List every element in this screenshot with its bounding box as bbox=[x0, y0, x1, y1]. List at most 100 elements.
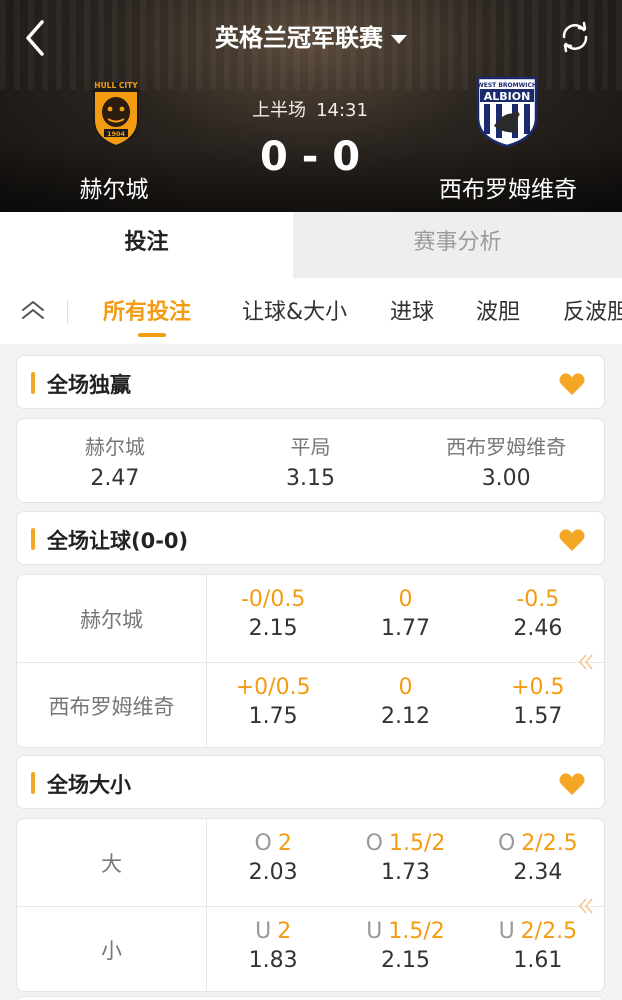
active-tab-indicator bbox=[138, 333, 166, 337]
odd-value: 1.83 bbox=[248, 948, 298, 973]
handicap-line: -0/0.5 bbox=[240, 587, 306, 612]
odds-cell[interactable]: +0/0.5 1.75 bbox=[207, 663, 339, 747]
over-under-odds-table: 大 O2 2.03 O 1.5/2 1.73 O 2/2.5 2.34 小 U2 1… bbox=[16, 818, 605, 992]
odds-cell[interactable]: O 1.5/2 1.73 bbox=[339, 819, 471, 906]
outcome-away[interactable]: 西布罗姆维奇 3.00 bbox=[408, 419, 604, 502]
odds-cell[interactable]: U 2/2.5 1.61 bbox=[472, 907, 604, 991]
odds-cell[interactable]: U2 1.83 bbox=[207, 907, 339, 991]
svg-text:HULL CITY: HULL CITY bbox=[94, 81, 138, 90]
odds-cell[interactable]: +0.5 1.57 bbox=[472, 663, 604, 747]
odd-value: 1.75 bbox=[248, 704, 298, 729]
odds-cell[interactable]: -0.5 2.46 bbox=[472, 575, 604, 662]
caret-down-icon bbox=[391, 34, 407, 44]
section-title: 全场大小 bbox=[47, 773, 131, 797]
under-prefix: U bbox=[366, 919, 383, 944]
odd-value: 2.03 bbox=[248, 860, 298, 885]
match-score: 0 - 0 bbox=[259, 134, 361, 180]
odd-value: 1.73 bbox=[381, 860, 430, 885]
section-title: 全场让球(0-0) bbox=[47, 529, 189, 553]
odds-cell[interactable]: -0/0.5 2.15 bbox=[207, 575, 339, 662]
next-section-edge bbox=[16, 996, 605, 1000]
section-title: 全场独赢 bbox=[47, 373, 131, 397]
table-row: 大 O2 2.03 O 1.5/2 1.73 O 2/2.5 2.34 bbox=[17, 819, 604, 906]
league-selector[interactable]: 英格兰冠军联赛 bbox=[0, 18, 622, 53]
under-prefix: U bbox=[255, 919, 272, 944]
svg-text:WEST BROMWICH: WEST BROMWICH bbox=[477, 82, 537, 89]
total-line: U 2/2.5 bbox=[472, 919, 604, 944]
total-line: O2 bbox=[207, 831, 339, 856]
match-period: 上半场 bbox=[252, 100, 307, 121]
away-team-logo: WEST BROMWICH ALBION bbox=[474, 76, 540, 148]
odd-value: 2.34 bbox=[513, 860, 563, 885]
odd-value: 2.15 bbox=[381, 948, 430, 973]
total-line: U2 bbox=[207, 919, 339, 944]
odd-value: 2.15 bbox=[248, 616, 298, 641]
table-row: 小 U2 1.83 U 1.5/2 2.15 U 2/2.5 1.61 bbox=[17, 906, 604, 991]
outcome-label: 赫尔城 bbox=[84, 435, 145, 459]
outcome-odd: 2.47 bbox=[90, 466, 140, 491]
heart-icon[interactable] bbox=[558, 371, 586, 397]
table-row: 赫尔城 -0/0.5 2.15 0 1.77 -0.5 2.46 bbox=[17, 575, 604, 662]
outcome-draw[interactable]: 平局 3.15 bbox=[213, 419, 409, 502]
tab-bets[interactable]: 投注 bbox=[0, 212, 293, 278]
odds-cell[interactable]: 0 2.12 bbox=[339, 663, 471, 747]
home-team-name: 赫尔城 bbox=[79, 177, 149, 203]
section-accent-bar bbox=[31, 528, 35, 550]
handicap-odds-table: 赫尔城 -0/0.5 2.15 0 1.77 -0.5 2.46 西布罗姆维奇 … bbox=[16, 574, 605, 748]
odds-cell[interactable]: U 1.5/2 2.15 bbox=[339, 907, 471, 991]
odd-value: 2.12 bbox=[381, 704, 430, 729]
handicap-line: -0.5 bbox=[516, 587, 560, 612]
subtab-handicap-ou[interactable]: 让球&大小 bbox=[242, 294, 347, 326]
svg-text:ALBION: ALBION bbox=[484, 90, 531, 103]
divider bbox=[67, 300, 68, 324]
line-value: 1.5/2 bbox=[388, 831, 446, 856]
handicap-line: 0 bbox=[398, 587, 413, 612]
line-value: 2 bbox=[277, 831, 292, 856]
total-line: O 2/2.5 bbox=[472, 831, 604, 856]
outcome-label: 西布罗姆维奇 bbox=[446, 435, 567, 459]
subtab-correct-score[interactable]: 波胆 bbox=[476, 294, 520, 326]
outcome-odd: 3.15 bbox=[286, 466, 335, 491]
table-row: 西布罗姆维奇 +0/0.5 1.75 0 2.12 +0.5 1.57 bbox=[17, 662, 604, 747]
subtab-goals[interactable]: 进球 bbox=[390, 294, 434, 326]
tab-analysis[interactable]: 赛事分析 bbox=[293, 212, 622, 278]
odds-cell[interactable]: 0 1.77 bbox=[339, 575, 471, 662]
row-label: 大 bbox=[17, 819, 207, 906]
match-header: 英格兰冠军联赛 HULL CITY 1904 WEST BROMWICH ALB… bbox=[0, 0, 622, 212]
odd-value: 2.46 bbox=[513, 616, 563, 641]
row-label: 小 bbox=[17, 907, 207, 991]
over-prefix: O bbox=[365, 831, 383, 856]
section-accent-bar bbox=[31, 772, 35, 794]
refresh-icon bbox=[562, 21, 588, 53]
section-header-handicap[interactable]: 全场让球(0-0) bbox=[16, 511, 605, 565]
heart-icon[interactable] bbox=[558, 527, 586, 553]
home-team-logo: HULL CITY 1904 bbox=[86, 76, 146, 148]
odds-cell[interactable]: O2 2.03 bbox=[207, 819, 339, 906]
handicap-line: +0/0.5 bbox=[235, 675, 311, 700]
odd-value: 1.77 bbox=[381, 616, 430, 641]
outcome-label: 平局 bbox=[290, 435, 331, 459]
section-header-match-winner[interactable]: 全场独赢 bbox=[16, 355, 605, 409]
section-accent-bar bbox=[31, 372, 35, 394]
double-chevron-left-icon[interactable] bbox=[576, 896, 596, 916]
match-status: 上半场 14:31 bbox=[230, 96, 390, 122]
double-chevron-left-icon[interactable] bbox=[576, 652, 596, 672]
odds-cell[interactable]: O 2/2.5 2.34 bbox=[472, 819, 604, 906]
bet-type-tabs: 所有投注 让球&大小 进球 波胆 反波胆 bbox=[0, 278, 622, 344]
section-header-over-under[interactable]: 全场大小 bbox=[16, 755, 605, 809]
subtab-anti-correct-score[interactable]: 反波胆 bbox=[563, 294, 622, 326]
subtab-all-bets[interactable]: 所有投注 bbox=[103, 294, 191, 326]
league-title: 英格兰冠军联赛 bbox=[215, 24, 383, 52]
collapse-button[interactable] bbox=[18, 296, 48, 326]
svg-text:1904: 1904 bbox=[107, 130, 126, 138]
row-label: 西布罗姆维奇 bbox=[17, 663, 207, 747]
line-value: 2/2.5 bbox=[521, 831, 578, 856]
double-chevron-up-icon bbox=[22, 301, 44, 319]
over-prefix: O bbox=[254, 831, 272, 856]
away-team-name: 西布罗姆维奇 bbox=[439, 177, 577, 203]
row-label: 赫尔城 bbox=[17, 575, 207, 662]
outcome-home[interactable]: 赫尔城 2.47 bbox=[17, 419, 213, 502]
line-value: 2/2.5 bbox=[520, 919, 578, 944]
refresh-button[interactable] bbox=[558, 20, 592, 54]
heart-icon[interactable] bbox=[558, 771, 586, 797]
